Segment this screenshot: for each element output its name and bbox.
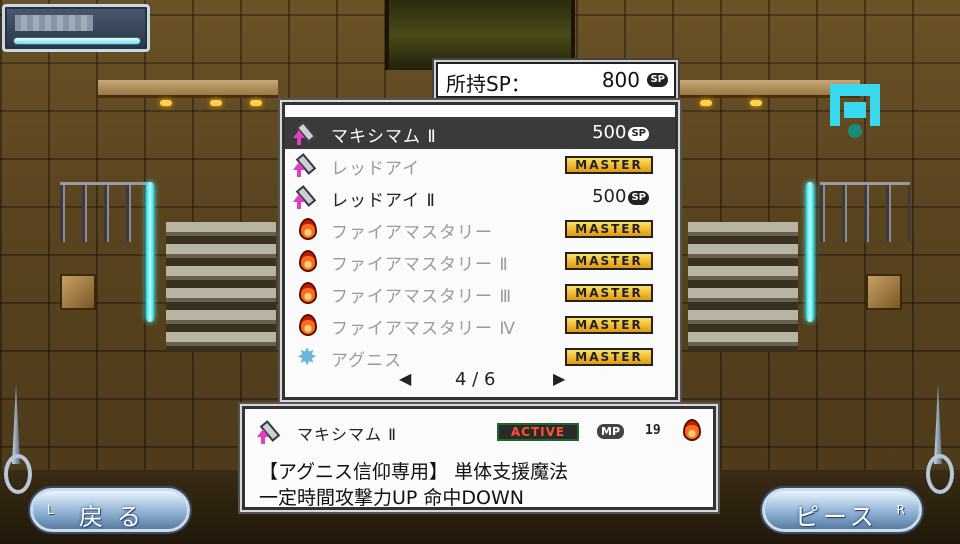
skill-description-line2: 一定時間攻撃力UP 命中DOWN xyxy=(259,487,524,509)
minimap-icon xyxy=(826,80,886,140)
star-burst-icon: ✸ xyxy=(297,343,318,371)
skill-name: レッドアイ xyxy=(331,159,421,179)
master-badge: MASTER xyxy=(565,284,653,302)
master-badge: MASTER xyxy=(565,156,653,174)
mp-cost-value: 19 xyxy=(645,423,661,438)
skill-row[interactable]: マキシマム Ⅱ 500 SP xyxy=(285,117,675,149)
background-railing xyxy=(60,182,150,242)
mp-label: MP xyxy=(597,424,625,439)
skill-detail-name: マキシマム Ⅱ xyxy=(297,425,397,444)
sp-badge: SP xyxy=(628,191,649,205)
background-pillar xyxy=(806,182,814,322)
background-crate xyxy=(866,274,902,310)
background-railing xyxy=(820,182,910,242)
skill-list: マキシマム Ⅱ 500 SP レッドアイ MASTER レッドアイ Ⅱ 500 SP ファイアマ… xyxy=(285,117,675,373)
skill-name: マキシマム Ⅱ xyxy=(331,127,437,147)
skill-row[interactable]: レッドアイ MASTER xyxy=(285,149,675,181)
r-key-hint: R xyxy=(896,503,905,517)
hp-bar xyxy=(13,37,141,45)
lamp-icon xyxy=(210,100,222,106)
skill-list-panel: マキシマム Ⅱ 500 SP レッドアイ MASTER レッドアイ Ⅱ 500 SP ファイアマ… xyxy=(282,102,678,400)
skill-name: レッドアイ Ⅱ xyxy=(331,191,436,211)
master-badge: MASTER xyxy=(565,220,653,238)
sword-up-icon xyxy=(293,184,321,210)
owned-sp-value: 800 xyxy=(601,68,640,92)
page-indicator: 4 / 6 xyxy=(455,369,496,390)
fire-icon xyxy=(293,312,321,338)
skill-cost-value: 500 xyxy=(592,186,627,207)
background-ledge xyxy=(98,80,278,98)
sword-up-icon xyxy=(293,120,321,146)
fire-icon xyxy=(293,216,321,242)
skill-detail-panel: マキシマム Ⅱ ACTIVE MP 19 【アグニス信仰専用】 単体支援魔法 一… xyxy=(242,406,716,510)
next-page-icon[interactable]: ▶ xyxy=(553,369,565,388)
background-stairs xyxy=(688,222,798,352)
skill-name: ファイアマスタリー Ⅳ xyxy=(331,319,517,339)
skill-name: ファイアマスタリー Ⅲ xyxy=(331,287,513,307)
skill-cost-value: 500 xyxy=(592,122,627,143)
l-key-hint: L xyxy=(47,503,54,517)
fire-icon xyxy=(677,417,705,445)
skill-row[interactable]: ファイアマスタリー MASTER xyxy=(285,213,675,245)
master-badge: MASTER xyxy=(565,252,653,270)
sword-up-icon xyxy=(257,419,285,445)
skill-row[interactable]: ファイアマスタリー Ⅲ MASTER xyxy=(285,277,675,309)
back-button-label: 戻る xyxy=(79,503,155,531)
background-pillar xyxy=(146,182,154,322)
background-door xyxy=(385,0,575,70)
skill-row[interactable]: レッドアイ Ⅱ 500 SP xyxy=(285,181,675,213)
skill-row[interactable]: ファイアマスタリー Ⅳ MASTER xyxy=(285,309,675,341)
fire-icon xyxy=(293,280,321,306)
pagination: ◀ 4 / 6 ▶ xyxy=(285,369,675,393)
skill-name: ファイアマスタリー xyxy=(331,223,493,243)
skill-description-line1: 【アグニス信仰専用】 単体支援魔法 xyxy=(259,461,569,483)
character-name-blurred xyxy=(15,15,93,31)
ornament-right xyxy=(926,384,956,504)
piece-button[interactable]: ピース R xyxy=(762,488,922,532)
active-badge: ACTIVE xyxy=(497,423,579,441)
character-status-box xyxy=(2,4,150,52)
ornament-left xyxy=(4,384,34,504)
fire-icon xyxy=(293,248,321,274)
owned-sp-box: 所持SP： 800 SP xyxy=(436,62,676,98)
sword-up-icon xyxy=(293,152,321,178)
sp-badge: SP xyxy=(647,73,668,87)
back-button[interactable]: L 戻る xyxy=(30,488,190,532)
lamp-icon xyxy=(160,100,172,106)
master-badge: MASTER xyxy=(565,316,653,334)
owned-sp-label: 所持SP： xyxy=(446,72,531,96)
skill-row[interactable]: ファイアマスタリー Ⅱ MASTER xyxy=(285,245,675,277)
lamp-icon xyxy=(700,100,712,106)
lamp-icon xyxy=(250,100,262,106)
background-crate xyxy=(60,274,96,310)
lamp-icon xyxy=(750,100,762,106)
prev-page-icon[interactable]: ◀ xyxy=(399,369,411,388)
skill-cost: 500 SP xyxy=(592,186,649,207)
skill-name: アグニス xyxy=(331,351,403,371)
master-badge: MASTER xyxy=(565,348,653,366)
skill-name: ファイアマスタリー Ⅱ xyxy=(331,255,509,275)
piece-button-label: ピース xyxy=(795,503,878,531)
skill-cost: 500 SP xyxy=(592,122,649,143)
background-stairs xyxy=(166,222,276,352)
sp-badge: SP xyxy=(628,127,649,141)
